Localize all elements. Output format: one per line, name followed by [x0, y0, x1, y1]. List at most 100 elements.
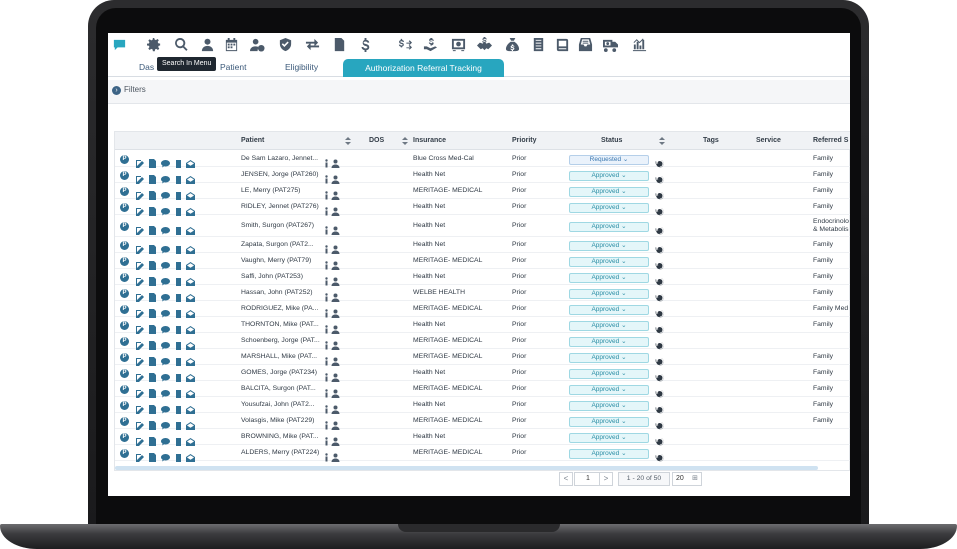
- edit-icon[interactable]: [135, 433, 144, 447]
- comment-icon[interactable]: [161, 337, 170, 350]
- patient-profile-icon[interactable]: [331, 257, 340, 270]
- clipboard-icon[interactable]: [174, 289, 183, 302]
- info-icon[interactable]: [322, 203, 331, 216]
- table-row[interactable]: P Smith, Surgon (PAT267) Health Net Prior Ap…: [115, 215, 850, 237]
- edit-icon[interactable]: [135, 187, 144, 201]
- prev-page-button[interactable]: <: [559, 472, 573, 486]
- edit-icon[interactable]: [135, 171, 144, 185]
- patient-profile-icon[interactable]: [331, 305, 340, 318]
- file-icon[interactable]: [148, 257, 157, 270]
- envelope-open-icon[interactable]: [186, 353, 195, 366]
- envelope-open-icon[interactable]: [186, 321, 195, 334]
- history-icon[interactable]: [655, 353, 664, 366]
- prior-auth-icon[interactable]: P: [120, 273, 129, 282]
- status-dropdown[interactable]: Approved ⌄: [569, 187, 649, 197]
- comment-icon[interactable]: [161, 273, 170, 286]
- comment-icon[interactable]: [161, 401, 170, 414]
- patient-name[interactable]: Saffi, John (PAT253): [241, 273, 327, 280]
- chevron-right-icon[interactable]: ›: [112, 86, 121, 95]
- header-tags[interactable]: Tags: [703, 137, 719, 144]
- status-dropdown[interactable]: Approved ⌄: [569, 337, 649, 347]
- comment-icon[interactable]: [161, 187, 170, 200]
- patient-name[interactable]: Vaughn, Merry (PAT79): [241, 257, 327, 264]
- prior-auth-icon[interactable]: P: [120, 401, 129, 410]
- envelope-open-icon[interactable]: [186, 257, 195, 270]
- info-icon[interactable]: [322, 433, 331, 446]
- status-dropdown[interactable]: Approved ⌄: [569, 369, 649, 379]
- comment-icon[interactable]: [161, 171, 170, 184]
- file-icon[interactable]: [148, 321, 157, 334]
- history-icon[interactable]: [655, 289, 664, 302]
- clipboard-icon[interactable]: [174, 241, 183, 254]
- status-dropdown[interactable]: Approved ⌄: [569, 222, 649, 232]
- comment-icon[interactable]: [161, 305, 170, 318]
- clipboard-icon[interactable]: [174, 187, 183, 200]
- table-row[interactable]: P GOMES, Jorge (PAT234) Health Net Prior App…: [115, 365, 850, 383]
- envelope-open-icon[interactable]: [186, 305, 195, 318]
- comment-icon[interactable]: [161, 257, 170, 270]
- info-icon[interactable]: [322, 417, 331, 430]
- status-dropdown[interactable]: Approved ⌄: [569, 203, 649, 213]
- safe-icon[interactable]: [450, 36, 466, 52]
- info-icon[interactable]: [322, 289, 331, 302]
- info-icon[interactable]: [322, 337, 331, 350]
- patient-name[interactable]: Volasgis, Mike (PAT229): [241, 417, 327, 424]
- sort-icon[interactable]: [345, 137, 351, 146]
- table-row[interactable]: P LE, Merry (PAT275) MERITAGE- MEDICAL Prio…: [115, 183, 850, 201]
- shield-icon[interactable]: [277, 36, 293, 52]
- status-dropdown[interactable]: Approved ⌄: [569, 241, 649, 251]
- comment-icon[interactable]: [161, 369, 170, 382]
- patient-name[interactable]: Hassan, John (PAT252): [241, 289, 327, 296]
- history-icon[interactable]: [655, 433, 664, 446]
- filters-label[interactable]: Filters: [124, 85, 146, 94]
- status-dropdown[interactable]: Approved ⌄: [569, 401, 649, 411]
- table-row[interactable]: P Yousufzai, John (PAT2... Health Net Prior…: [115, 397, 850, 415]
- gear-icon[interactable]: [146, 36, 162, 52]
- next-page-button[interactable]: >: [599, 472, 613, 486]
- clipboard-icon[interactable]: [174, 273, 183, 286]
- header-insurance[interactable]: Insurance: [413, 137, 446, 144]
- patient-name[interactable]: BALCITA, Surgon (PAT...: [241, 385, 327, 392]
- table-row[interactable]: P BROWNING, Mike (PAT... Health Net Prior Ap…: [115, 429, 850, 447]
- history-icon[interactable]: [655, 369, 664, 382]
- table-row[interactable]: P Zapata, Surgon (PAT2... Health Net Prior A…: [115, 237, 850, 255]
- edit-icon[interactable]: [135, 305, 144, 319]
- clipboard-icon[interactable]: [174, 321, 183, 334]
- patient-profile-icon[interactable]: [331, 222, 340, 235]
- info-icon[interactable]: [322, 353, 331, 366]
- prior-auth-icon[interactable]: P: [120, 337, 129, 346]
- history-icon[interactable]: [655, 155, 664, 168]
- file-icon[interactable]: [148, 369, 157, 382]
- file-icon[interactable]: [148, 305, 157, 318]
- patient-name[interactable]: Zapata, Surgon (PAT2...: [241, 241, 327, 248]
- patient-profile-icon[interactable]: [331, 337, 340, 350]
- transfer-icon[interactable]: [304, 36, 320, 52]
- comment-icon[interactable]: [161, 353, 170, 366]
- table-row[interactable]: P JENSEN, Jorge (PAT260) Health Net Prior Ap…: [115, 167, 850, 185]
- envelope-open-icon[interactable]: [186, 385, 195, 398]
- prior-auth-icon[interactable]: P: [120, 203, 129, 212]
- header-patient[interactable]: Patient: [241, 137, 264, 144]
- history-icon[interactable]: [655, 321, 664, 334]
- user-settings-icon[interactable]: [249, 36, 265, 52]
- clipboard-icon[interactable]: [174, 222, 183, 235]
- prior-auth-icon[interactable]: P: [120, 433, 129, 442]
- header-service[interactable]: Service: [756, 137, 781, 144]
- patient-name[interactable]: JENSEN, Jorge (PAT260): [241, 171, 327, 178]
- table-row[interactable]: P Schoenberg, Jorge (PAT... MERITAGE- MEDI…: [115, 333, 850, 351]
- patient-name[interactable]: LE, Merry (PAT275): [241, 187, 327, 194]
- patient-profile-icon[interactable]: [331, 401, 340, 414]
- clipboard-icon[interactable]: [174, 203, 183, 216]
- envelope-open-icon[interactable]: [186, 187, 195, 200]
- tab-patient[interactable]: Patient: [220, 62, 246, 72]
- patient-name[interactable]: De Sam Lazaro, Jennet...: [241, 155, 327, 162]
- status-dropdown[interactable]: Approved ⌄: [569, 417, 649, 427]
- header-priority[interactable]: Priority: [512, 137, 537, 144]
- envelope-open-icon[interactable]: [186, 273, 195, 286]
- table-row[interactable]: P RODRIGUEZ, Mike (PA... MERITAGE- MEDICAL…: [115, 301, 850, 319]
- envelope-open-icon[interactable]: [186, 171, 195, 184]
- comment-icon[interactable]: [161, 385, 170, 398]
- table-row[interactable]: P De Sam Lazaro, Jennet... Blue Cross Med-…: [115, 151, 850, 169]
- user-icon[interactable]: [199, 36, 215, 52]
- table-row[interactable]: P Volasgis, Mike (PAT229) MERITAGE- MEDICA…: [115, 413, 850, 431]
